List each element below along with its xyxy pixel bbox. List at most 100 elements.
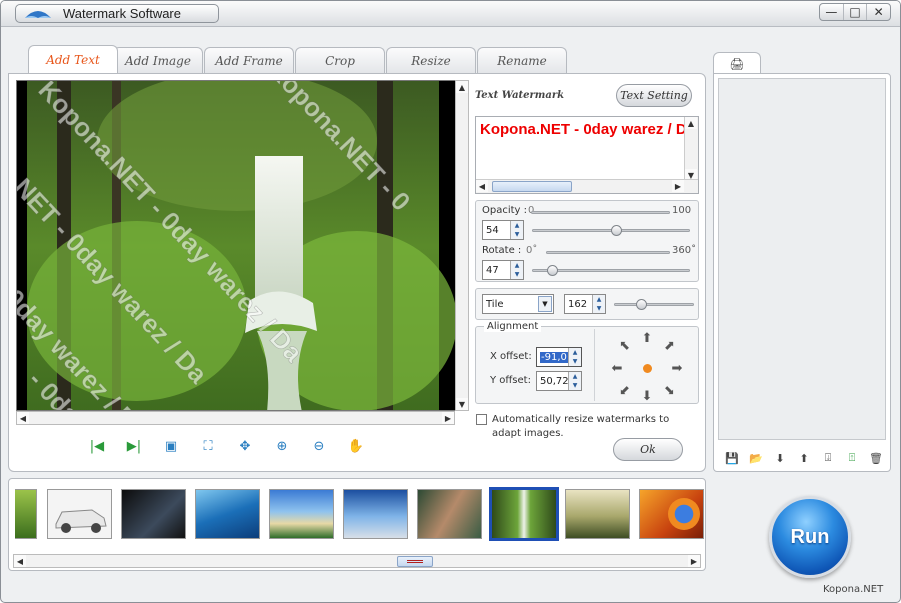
tile-mode-select[interactable]: Tile ▼	[482, 294, 554, 314]
x-offset-stepper[interactable]: -91,0 ▲ ▼	[536, 347, 582, 367]
opacity-slider-thumb[interactable]	[611, 225, 623, 236]
auto-resize-checkbox[interactable]	[476, 414, 487, 425]
align-bottom-right-icon[interactable]: ⬆	[659, 380, 679, 400]
import-icon[interactable]: ⍗	[820, 450, 836, 466]
thumbnail-blue-boat[interactable]	[343, 489, 408, 539]
window-controls: — □ ✕	[819, 3, 891, 21]
rotate-stepper[interactable]: 47 ▲ ▼	[482, 260, 524, 280]
opacity-slider[interactable]	[532, 225, 690, 236]
thumbnail-misty-sunrise[interactable]	[565, 489, 630, 539]
text-scroll-thumb[interactable]	[492, 181, 572, 192]
thumbnail-waterfall-forest[interactable]	[489, 487, 559, 541]
scroll-right-icon[interactable]: ▶	[442, 412, 454, 424]
watermark-list-tab[interactable]: 🖨	[713, 52, 761, 74]
text-setting-button[interactable]: Text Setting	[616, 84, 692, 107]
hand-icon[interactable]: ✋	[346, 436, 366, 456]
rotate-spin-buttons[interactable]: ▲ ▼	[510, 261, 523, 279]
align-center-icon[interactable]	[643, 364, 652, 373]
y-offset-value: 50,72	[540, 375, 569, 387]
alignment-group: Alignment X offset: -91,0 ▲ ▼ Y offset: 5…	[475, 321, 699, 404]
watermark-list[interactable]	[718, 78, 886, 440]
y-offset-spin-buttons[interactable]: ▲ ▼	[568, 372, 581, 390]
thumbnail-white-suv[interactable]	[47, 489, 112, 539]
tab-crop[interactable]: Crop	[295, 47, 385, 73]
zoom-in-icon[interactable]: ⊕	[272, 436, 292, 456]
scroll-right-icon[interactable]: ▶	[688, 555, 700, 567]
rotate-slider[interactable]	[532, 265, 690, 276]
x-offset-value[interactable]: -91,0	[540, 351, 568, 363]
thumbnail-scrollbar[interactable]: ◀ ▶	[13, 554, 701, 568]
align-top-right-icon[interactable]: ⬆	[659, 336, 679, 356]
thumbnail-firefox-logo[interactable]	[639, 489, 704, 539]
align-right-icon[interactable]: ➡	[670, 361, 684, 376]
scroll-right-icon[interactable]: ▶	[672, 180, 684, 192]
scroll-up-icon[interactable]: ▲	[456, 81, 468, 93]
watermark-list-body: 💾 📂 ⬇ ⬆ ⍗ ⍐ 🗑	[713, 73, 891, 472]
tab-rename[interactable]: Rename	[477, 47, 567, 73]
tile-stepper[interactable]: 162 ▲ ▼	[564, 294, 606, 314]
thumbnail-forest-edge[interactable]	[15, 489, 37, 539]
preview-toolbar: |◀ ▶| ▣ ⛶ ✥ ⊕ ⊖ ✋	[87, 436, 387, 458]
tab-add-frame[interactable]: Add Frame	[204, 47, 294, 73]
opacity-spin-buttons[interactable]: ▲ ▼	[510, 221, 523, 239]
tab-add-image[interactable]: Add Image	[113, 47, 203, 73]
umbrella-icon	[25, 11, 51, 18]
minimize-button[interactable]: —	[820, 4, 844, 20]
rotate-slider-thumb[interactable]	[547, 265, 559, 276]
thumbnail-scroll-thumb[interactable]	[397, 556, 433, 567]
tab-resize[interactable]: Resize	[386, 47, 476, 73]
image-preview[interactable]: Kopona.NET - 0day warez / Da na.NET - 0d…	[16, 80, 456, 411]
ok-button[interactable]: Ok	[613, 438, 683, 461]
open-folder-icon[interactable]: 📂	[748, 450, 764, 466]
align-bottom-left-icon[interactable]: ⬆	[615, 380, 635, 400]
x-offset-spin-buttons[interactable]: ▲ ▼	[568, 348, 581, 366]
actual-size-icon[interactable]: ⛶	[198, 436, 218, 456]
text-vertical-scrollbar[interactable]: ▲ ▼	[684, 117, 698, 181]
zoom-out-icon[interactable]: ⊖	[309, 436, 329, 456]
scroll-up-icon[interactable]: ▲	[685, 117, 697, 129]
run-area: Run Kopona.NET	[713, 478, 891, 595]
align-left-icon[interactable]: ⬅	[610, 361, 624, 376]
tab-add-text[interactable]: Add Text	[28, 45, 118, 73]
text-horizontal-scrollbar[interactable]: ◀ ▶	[476, 179, 698, 193]
scroll-left-icon[interactable]: ◀	[17, 412, 29, 424]
opacity-stepper[interactable]: 54 ▲ ▼	[482, 220, 524, 240]
maximize-button[interactable]: □	[844, 4, 868, 20]
tile-spin-buttons[interactable]: ▲ ▼	[592, 295, 605, 313]
next-image-icon[interactable]: ▶|	[124, 436, 144, 456]
move-icon[interactable]: ✥	[235, 436, 255, 456]
y-offset-stepper[interactable]: 50,72 ▲ ▼	[536, 371, 582, 391]
opacity-value: 54	[486, 224, 499, 236]
scroll-left-icon[interactable]: ◀	[14, 555, 26, 567]
window-title: Watermark Software	[63, 6, 181, 21]
opacity-rotate-group: Opacity : 0 100 54 ▲▼ Rotate : 0˚ 360˚ 4…	[475, 200, 699, 282]
align-bottom-icon[interactable]: ⬇	[640, 389, 654, 404]
title-bar[interactable]: Watermark Software — □ ✕	[1, 1, 900, 27]
fit-window-icon[interactable]: ▣	[161, 436, 181, 456]
preview-horizontal-scrollbar[interactable]: ◀ ▶	[16, 411, 455, 425]
alignment-label: Alignment	[484, 321, 542, 332]
first-image-icon[interactable]: |◀	[87, 436, 107, 456]
text-watermark-label: Text Watermark	[475, 90, 565, 101]
thumbnail-ocean-wave[interactable]	[195, 489, 260, 539]
watermark-text-box[interactable]: Kopona.NET - 0day warez / Da ▲ ▼ ◀ ▶	[475, 116, 699, 194]
thumbnail-tropical-beach[interactable]	[269, 489, 334, 539]
save-icon[interactable]: 💾	[724, 450, 740, 466]
tile-slider[interactable]	[614, 299, 694, 310]
close-button[interactable]: ✕	[867, 4, 890, 20]
thumbnail-dark-scene[interactable]	[121, 489, 186, 539]
align-top-left-icon[interactable]: ⬆	[615, 336, 635, 356]
chevron-down-icon[interactable]: ▼	[538, 296, 552, 312]
align-top-icon[interactable]: ⬆	[640, 331, 654, 346]
move-up-icon[interactable]: ⬆	[796, 450, 812, 466]
scroll-left-icon[interactable]: ◀	[476, 180, 488, 192]
tile-slider-thumb[interactable]	[636, 299, 648, 310]
scroll-down-icon[interactable]: ▼	[456, 398, 468, 410]
run-button[interactable]: Run	[769, 496, 851, 578]
delete-icon[interactable]: 🗑	[868, 450, 884, 466]
preview-vertical-scrollbar[interactable]: ▲ ▼	[455, 80, 469, 411]
move-down-icon[interactable]: ⬇	[772, 450, 788, 466]
grip-icon	[407, 560, 423, 563]
export-icon[interactable]: ⍐	[844, 450, 860, 466]
thumbnail-woman-rocks[interactable]	[417, 489, 482, 539]
